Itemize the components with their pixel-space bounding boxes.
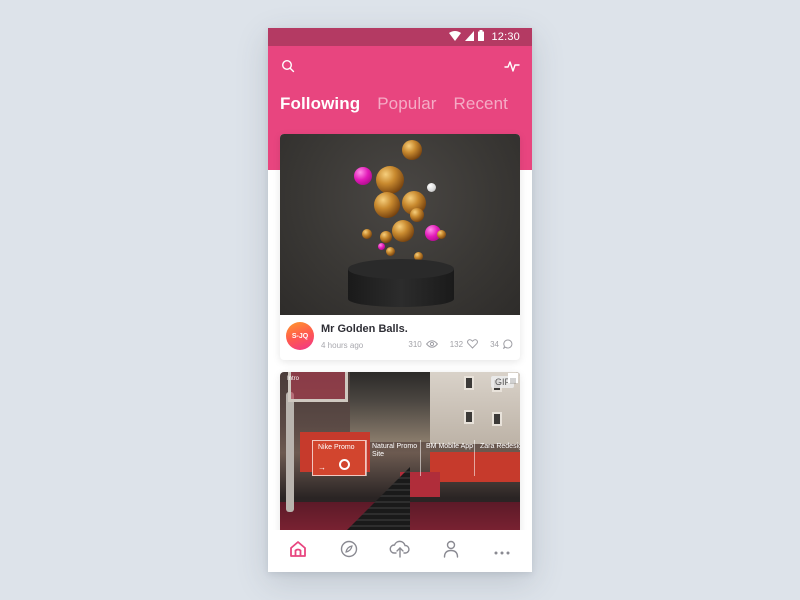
upload-cloud-icon [389,540,411,563]
pedestal [348,259,454,309]
nav-explore[interactable] [329,531,369,571]
gold-sphere [392,220,414,242]
likes-stat[interactable]: 132 [449,339,479,349]
search-button[interactable] [276,56,300,80]
gold-sphere [376,166,404,194]
nav-home[interactable] [278,531,318,571]
views-stat: 310 [408,339,438,349]
nav-profile[interactable] [431,531,471,571]
gold-sphere [410,208,424,222]
menu-icon[interactable] [508,373,518,384]
white-sphere [427,183,436,192]
eye-icon [425,340,438,348]
post-image[interactable] [280,134,520,315]
gold-sphere [402,140,422,160]
search-icon [281,59,295,78]
post-card[interactable]: S-JQ Mr Golden Balls. 4 hours ago 310 13… [280,134,520,360]
project-natural-promo-site[interactable]: Natural Promo Site [366,440,420,476]
activity-icon [504,59,520,78]
gold-sphere [437,230,446,239]
post-meta: S-JQ Mr Golden Balls. 4 hours ago 310 13… [280,315,520,360]
comment-icon [503,339,513,349]
project-label: Natural Promo Site [372,443,418,458]
comments-count: 34 [490,339,499,349]
profile-icon [443,540,459,563]
arrow-right-icon: → [318,463,326,472]
status-bar: 12:30 [268,28,532,46]
post-time: 4 hours ago [321,341,364,350]
avatar[interactable]: S-JQ [286,322,314,350]
activity-button[interactable] [500,56,524,80]
tab-recent[interactable]: Recent [454,94,508,114]
tab-popular[interactable]: Popular [377,94,436,114]
project-bm-mobile-app[interactable]: BM Mobile App [420,440,474,476]
home-icon [289,540,307,563]
nav-upload[interactable] [380,531,420,571]
project-label: Nike Promo [318,444,355,451]
circle-icon [339,459,350,470]
heart-icon [467,339,479,349]
gold-sphere [362,229,372,239]
project-label: BM Mobile App [426,443,474,450]
clock: 12:30 [491,31,520,43]
tab-following[interactable]: Following [280,94,360,114]
compass-icon [340,540,358,563]
post-stats: 310 132 34 [396,339,513,349]
post-title[interactable]: Mr Golden Balls. [321,323,408,335]
post-card[interactable]: Intro GIF Nike Promo → Natural Promo Sit… [280,372,520,552]
comments-stat[interactable]: 34 [490,339,513,349]
gold-sphere [380,231,392,243]
project-zara-redesign[interactable]: Zara Redesign [474,440,520,476]
intro-label: Intro [287,376,300,382]
post-image[interactable]: Intro GIF Nike Promo → Natural Promo Sit… [280,372,520,552]
cellular-signal-icon [465,30,475,44]
pink-sphere [354,167,372,185]
likes-count: 132 [449,339,464,349]
project-label: Zara Redesign [480,443,520,450]
gold-sphere [386,247,395,256]
top-bar [268,46,532,90]
feed-tabs: Following Popular Recent [280,94,508,114]
bottom-nav [268,530,532,572]
phone-screen: 12:30 Following Popular Recent S-JQ Mr G… [268,28,532,572]
gold-sphere [374,192,400,218]
battery-icon [478,30,485,44]
wifi-icon [449,30,462,44]
more-icon [494,542,510,560]
project-strip: Nike Promo → Natural Promo Site BM Mobil… [312,440,520,476]
nav-more[interactable] [482,531,522,571]
views-count: 310 [408,339,422,349]
pink-sphere [378,243,385,250]
project-nike-promo[interactable]: Nike Promo → [312,440,366,476]
